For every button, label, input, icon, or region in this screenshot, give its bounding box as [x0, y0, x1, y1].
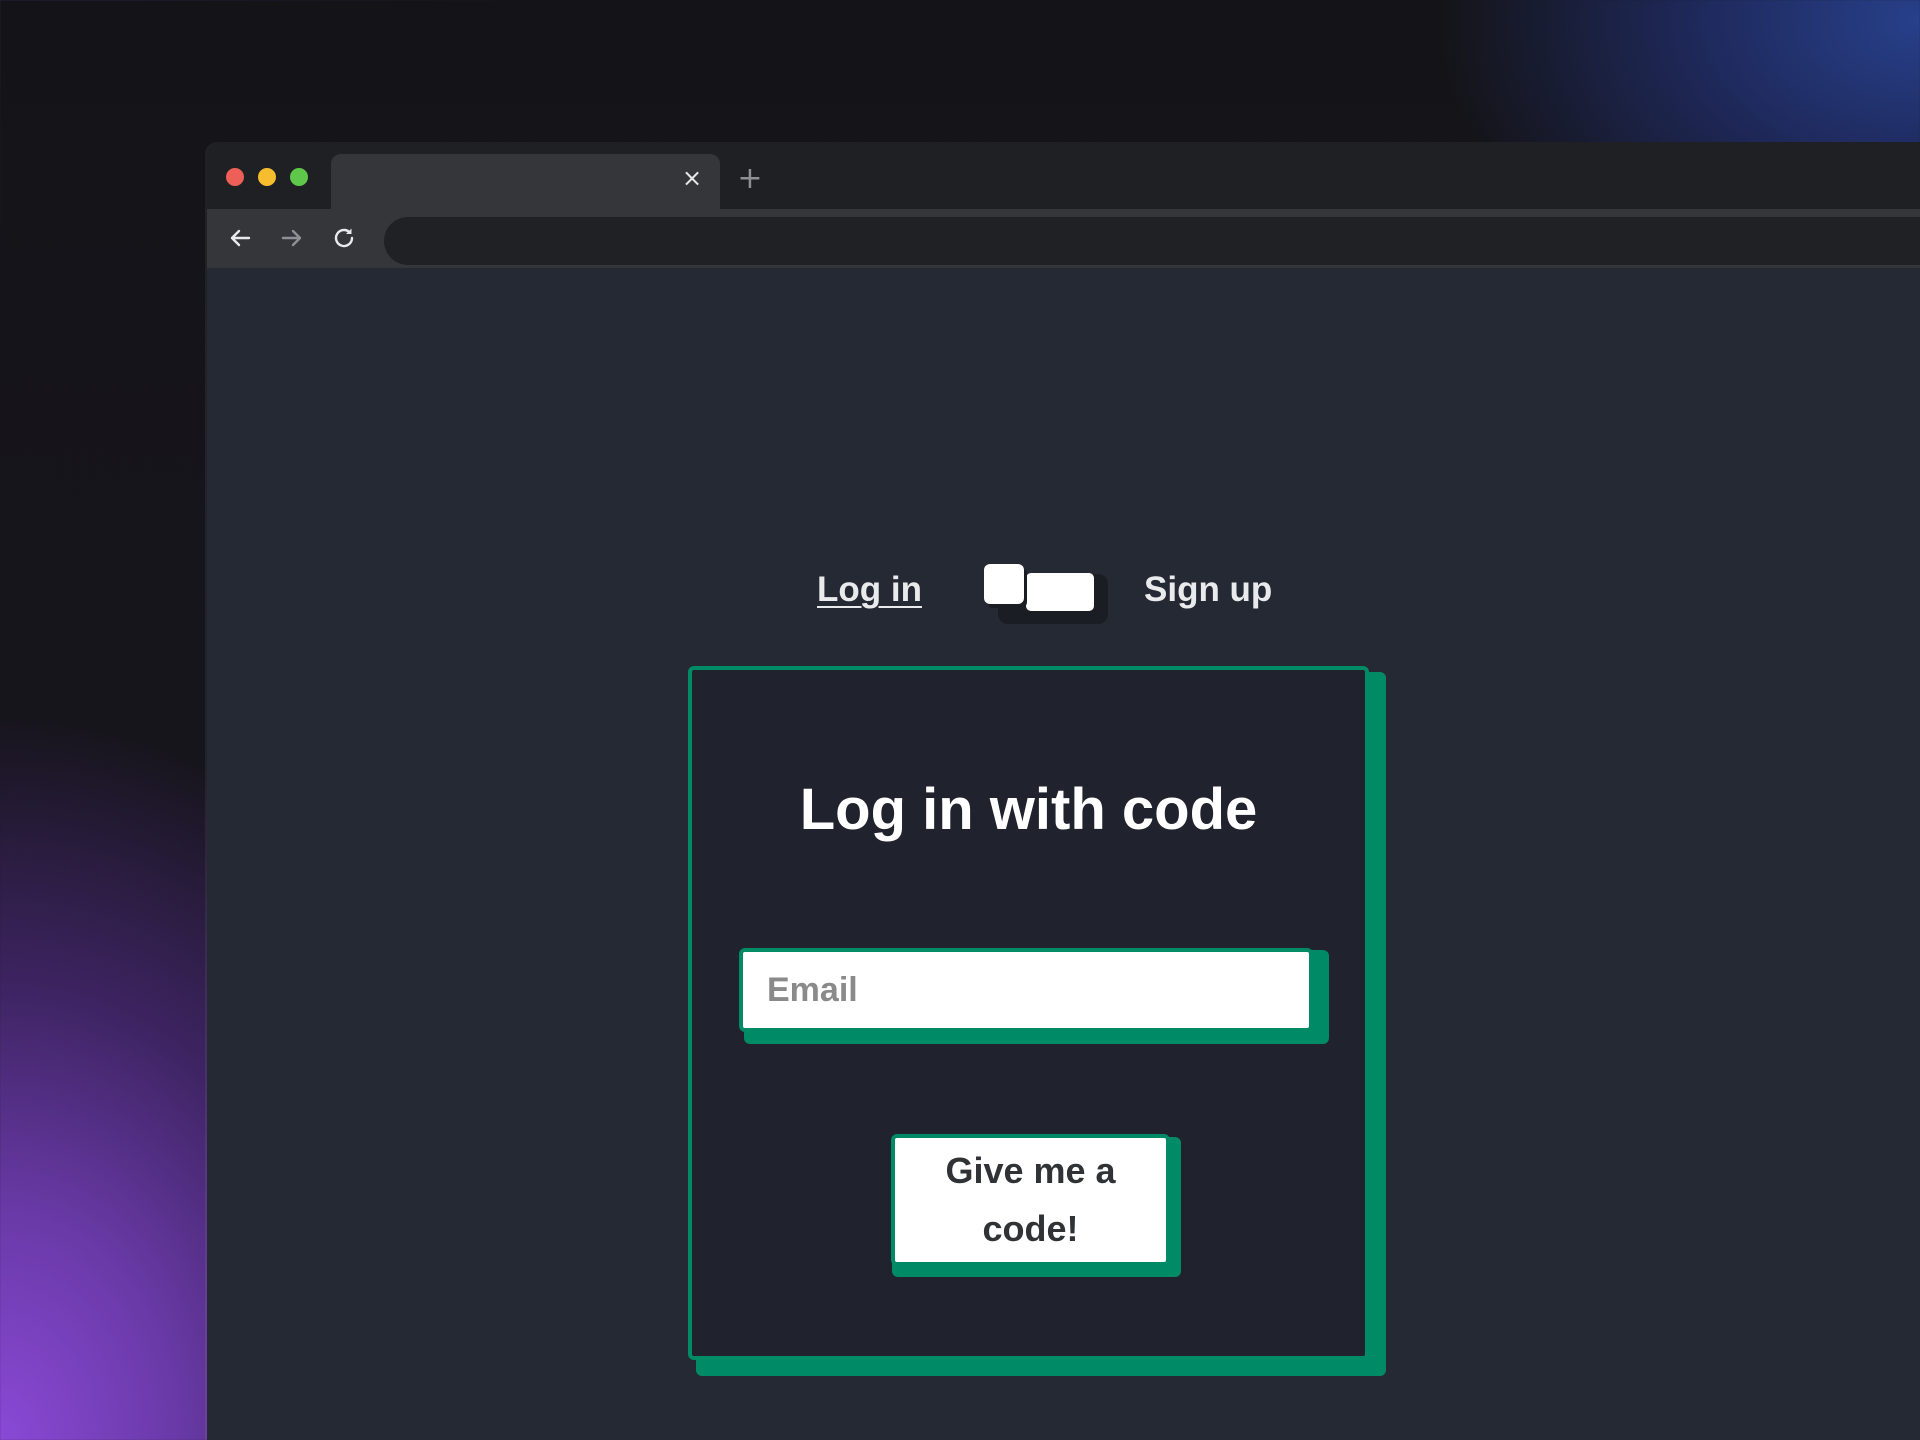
close-window-button[interactable]: [226, 168, 244, 186]
auth-mode-toggle: Log in Sign up: [207, 564, 1393, 624]
reload-icon: [334, 228, 354, 248]
back-button[interactable]: [225, 223, 255, 253]
address-bar[interactable]: [384, 217, 1920, 265]
switch-track: [1026, 573, 1094, 611]
tab-bar: × +: [207, 142, 1920, 209]
new-tab-icon[interactable]: +: [735, 164, 765, 194]
arrow-right-icon: [281, 229, 302, 247]
login-link[interactable]: Log in: [817, 570, 922, 610]
reload-button[interactable]: [329, 223, 359, 253]
forward-button[interactable]: [277, 223, 307, 253]
arrow-left-icon: [230, 229, 251, 247]
login-signup-switch[interactable]: [984, 564, 1108, 624]
maximize-window-button[interactable]: [290, 168, 308, 186]
login-card-title: Log in with code: [799, 777, 1258, 842]
browser-toolbar: [207, 209, 1920, 268]
signup-link[interactable]: Sign up: [1144, 570, 1272, 610]
switch-knob[interactable]: [984, 564, 1024, 604]
browser-tab[interactable]: ×: [331, 154, 720, 209]
browser-window: × + Log in Sign up Log in with code Emai…: [207, 142, 1920, 1440]
close-tab-icon[interactable]: ×: [680, 166, 704, 190]
page-content: Log in Sign up Log in with code Give me …: [207, 268, 1920, 1440]
give-code-button[interactable]: Give me a code!: [891, 1134, 1170, 1266]
minimize-window-button[interactable]: [258, 168, 276, 186]
email-field[interactable]: [739, 948, 1313, 1032]
